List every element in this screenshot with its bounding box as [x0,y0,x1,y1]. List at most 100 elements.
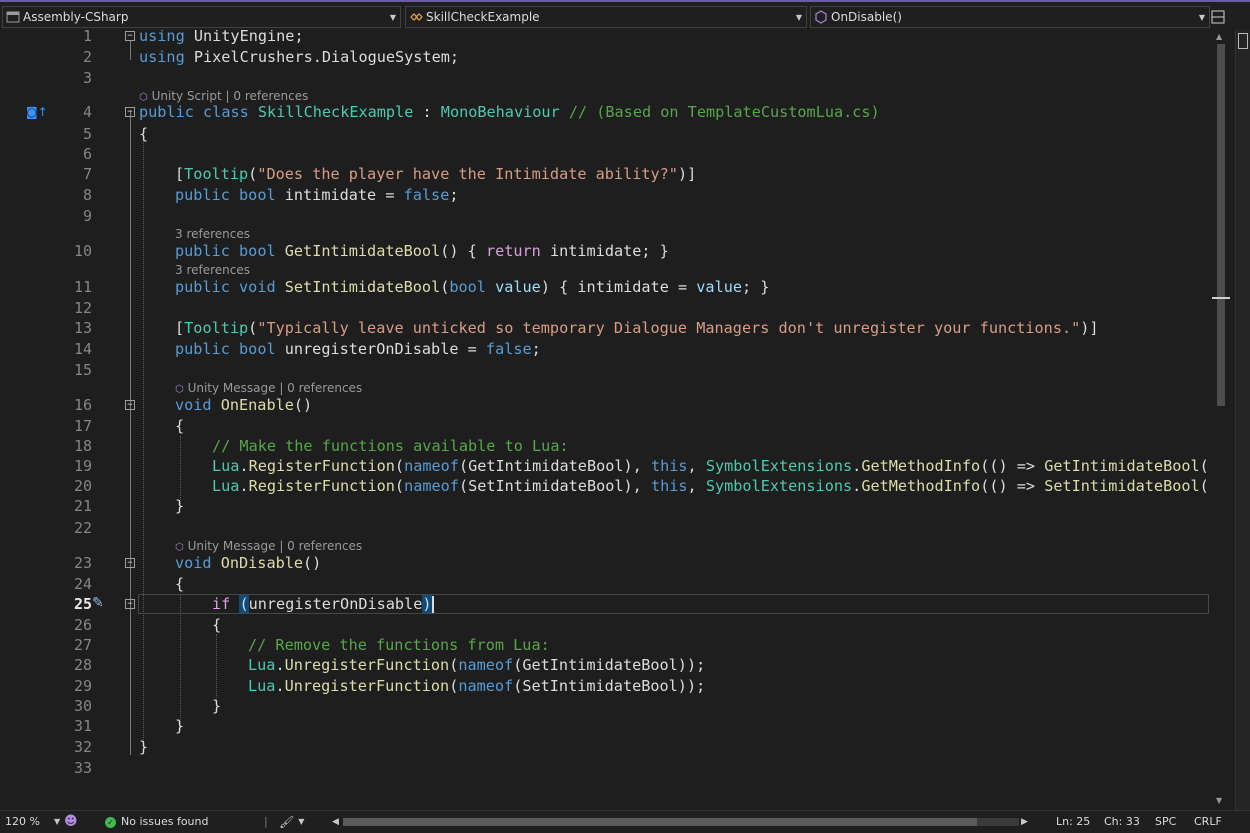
line-number: 33 [73,759,92,777]
scroll-right-icon[interactable]: ▶ [1021,811,1028,833]
collapse-icon[interactable]: − [125,400,135,410]
line-number: 4 [82,103,92,121]
code-text: public bool GetIntimidateBool() { return… [175,242,669,260]
line-number: 32 [73,738,92,756]
line-ending-indicator[interactable]: CRLF [1194,811,1222,833]
line-number: 18 [73,437,92,455]
line-number: 25 [73,595,92,613]
code-text: [Tooltip("Does the player have the Intim… [175,165,697,183]
collapse-icon[interactable]: − [125,31,135,41]
code-line: 21 } [0,496,1212,516]
code-text: void OnDisable() [175,554,322,572]
code-line: ◙↑ 4 − public class SkillCheckExample : … [0,102,1212,122]
code-line: 6 [0,144,1212,164]
collapse-icon[interactable]: − [125,599,135,609]
codelens[interactable]: ⬡ Unity Message | 0 references [175,539,362,553]
line-indicator[interactable]: Ln: 25 [1056,811,1090,833]
line-number: 6 [82,145,92,163]
code-text: { [212,616,222,634]
scrollbar-thumb[interactable] [343,818,977,826]
text-cursor [431,596,434,613]
code-line: 1 − using UnityEngine; [0,30,1212,46]
zoom-label: 120 % [5,815,40,828]
code-line: 33 [0,758,1212,778]
code-line: 12 [0,298,1212,318]
line-number: 12 [73,299,92,317]
code-text: Lua.RegisterFunction(nameof(SetIntimidat… [212,477,1209,495]
code-line: 30 } [0,696,1212,716]
line-number: 31 [73,717,92,735]
copilot-icon[interactable]: ☻ [64,811,78,833]
code-text: } [212,697,222,715]
code-editor[interactable]: 1 − using UnityEngine; 2 using PixelCrus… [0,30,1212,810]
scroll-up-icon[interactable]: ▲ [1216,32,1222,41]
codelens[interactable]: ⬡ Unity Message | 0 references [175,381,362,395]
line-number: 17 [73,417,92,435]
quick-actions-icon[interactable]: ✎ [92,596,104,610]
chevron-down-icon: ▼ [53,817,61,826]
code-line: 24 { [0,574,1212,594]
line-number: 28 [73,656,92,674]
project-dropdown[interactable]: Assembly-CSharp ▼ [2,6,401,28]
code-line: 20 Lua.RegisterFunction(nameof(SetIntimi… [0,476,1212,496]
code-line: 9 [0,206,1212,226]
type-dropdown[interactable]: SkillCheckExample ▼ [405,6,807,28]
code-comment: // Make the functions available to Lua: [212,437,569,455]
codelens[interactable]: 3 references [175,263,250,277]
line-number: 22 [73,519,92,537]
code-line: 13 [Tooltip("Typically leave unticked so… [0,318,1212,338]
code-line: 18 // Make the functions available to Lu… [0,436,1212,456]
line-number: 30 [73,697,92,715]
code-cleanup-button[interactable]: 🖌 ▼ [279,811,304,833]
code-line: 3 [0,68,1212,88]
line-number: 7 [82,165,92,183]
codelens[interactable]: 3 references [175,227,250,241]
code-line: 10 public bool GetIntimidateBool() { ret… [0,241,1212,261]
horizontal-scrollbar[interactable] [343,818,1019,826]
check-circle-icon: ✓ [105,816,116,828]
chevron-down-icon: ▼ [389,12,397,22]
line-number: 24 [73,575,92,593]
member-label: OnDisable() [831,10,902,24]
code-line: 8 public bool intimidate = false; [0,185,1212,205]
line-number: 2 [82,48,92,66]
line-number: 26 [73,616,92,634]
split-window-icon[interactable] [1208,8,1228,26]
scroll-down-icon[interactable]: ▼ [1216,796,1222,805]
collapse-icon[interactable]: − [125,558,135,568]
broom-icon: 🖌 [279,815,295,829]
code-line: 2 using PixelCrushers.DialogueSystem; [0,47,1212,67]
vertical-scrollbar[interactable]: ▲ ▼ [1212,30,1230,810]
code-line: 23 − void OnDisable() [0,553,1212,573]
code-text: void OnEnable() [175,396,313,414]
code-text: public bool unregisterOnDisable = false; [175,340,541,358]
code-text: } [139,738,149,756]
collapse-icon[interactable]: − [125,107,135,117]
chevron-down-icon: ▼ [1198,12,1206,22]
scrollbar-thumb[interactable] [1217,44,1225,406]
code-line: 27 // Remove the functions from Lua: [0,635,1212,655]
line-number: 20 [73,477,92,495]
column-indicator[interactable]: Ch: 33 [1104,811,1140,833]
code-text: [Tooltip("Typically leave unticked so te… [175,319,1099,337]
code-line: 22 [0,518,1212,538]
line-number: 23 [73,554,92,572]
code-text: { [139,125,149,143]
member-dropdown[interactable]: OnDisable() ▼ [810,6,1210,28]
type-label: SkillCheckExample [426,10,540,24]
code-text: public void SetIntimidateBool(bool value… [175,278,770,296]
line-number: 10 [73,242,92,260]
divider: | [264,815,268,828]
code-text: { [175,575,185,593]
code-line: 11 public void SetIntimidateBool(bool va… [0,277,1212,297]
issues-indicator[interactable]: ✓ No issues found [105,811,208,833]
code-text: Lua.UnregisterFunction(nameof(SetIntimid… [248,677,706,695]
zoom-dropdown[interactable]: 120 % ▼ [5,811,60,833]
whitespace-indicator[interactable]: SPC [1155,811,1176,833]
codelens[interactable]: ⬡ Unity Script | 0 references [139,89,308,103]
line-number: 3 [82,69,92,87]
scroll-left-icon[interactable]: ◀ [332,811,339,833]
properties-tab-icon[interactable] [1238,33,1248,49]
code-text: public class SkillCheckExample : MonoBeh… [139,103,880,121]
code-text: using UnityEngine; [139,30,304,45]
